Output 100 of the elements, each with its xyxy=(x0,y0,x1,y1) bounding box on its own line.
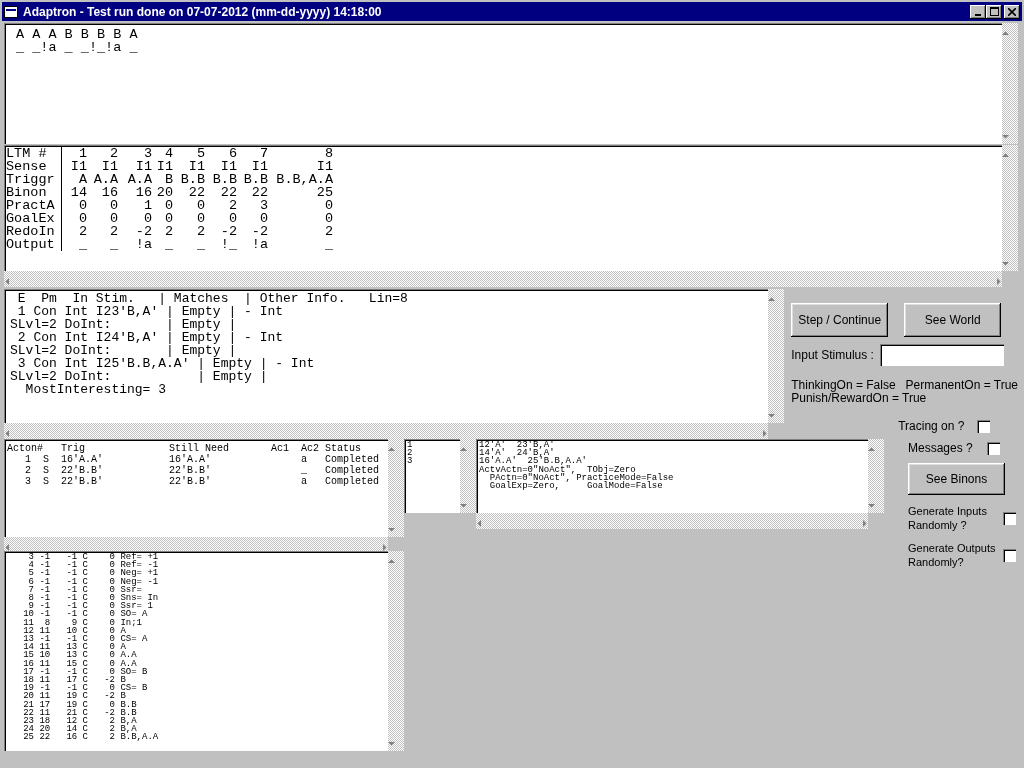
table-cell-text: _ xyxy=(323,238,333,251)
input-label: Input Stimulus : xyxy=(791,348,874,362)
table-cell-text: A.A xyxy=(92,173,118,186)
table-cell-text: 22 xyxy=(219,186,237,199)
action-line: 2 S 22'B.B' 22'B.B' _ Completed xyxy=(24,465,381,476)
binon-line: 4 -1 -1 C 0 Ref= -1 xyxy=(27,561,160,570)
table-cell-text: 14 xyxy=(69,186,87,199)
binon-line: 23 18 12 C 2 B,A xyxy=(22,717,138,726)
history-line: _ _!a _ _!_!a _ xyxy=(16,41,139,54)
row-label: RedoIn xyxy=(6,225,62,238)
vertical-scrollbar[interactable] xyxy=(1002,23,1018,144)
table-cell-text: 16 xyxy=(100,186,118,199)
table-cell-text: 25 xyxy=(315,186,333,199)
binon-line: 12 11 10 C 0 A xyxy=(22,626,126,636)
table-cell-text: 0 xyxy=(77,212,87,225)
arrow-down-icon xyxy=(1002,133,1009,140)
table-cell-text: 0 xyxy=(163,212,173,225)
binon-line: 21 17 19 C 0 B.B xyxy=(22,700,138,709)
table-cell-text: 1 xyxy=(142,199,152,212)
vertical-scrollbar[interactable] xyxy=(460,439,476,513)
binon-line: 6 -1 -1 C 0 Neg= -1 xyxy=(27,577,160,586)
table-cell-text: 2 xyxy=(163,225,173,238)
table-cell-text: 0 xyxy=(77,199,87,212)
binon-line: 7 -1 -1 C 0 Ssr= xyxy=(27,585,144,594)
arrow-up-icon xyxy=(868,446,875,453)
arrow-left-icon xyxy=(4,544,11,551)
action-button[interactable]: Step / Continue xyxy=(791,303,889,337)
close-icon xyxy=(1008,7,1016,16)
table-cell-text: B.B xyxy=(242,173,268,186)
action-button[interactable]: See World xyxy=(904,303,1002,337)
see-binons-button[interactable]: See Binons xyxy=(908,463,1005,495)
row-label: LTM # xyxy=(6,147,62,160)
table-cell-text: 2 xyxy=(108,225,118,238)
table-cell-text: 7 xyxy=(258,147,268,160)
table-cell-text: 0 xyxy=(323,199,333,212)
binon-line: 25 22 16 C 2 B.B,A.A xyxy=(22,733,160,742)
table-cell-text: 2 xyxy=(195,225,205,238)
table-cell-text: 0 xyxy=(142,212,152,225)
vertical-scrollbar[interactable] xyxy=(388,439,404,537)
action-line: 1 S 16'A.A' 16'A.A' a Completed xyxy=(24,454,381,465)
row-label: Output xyxy=(6,238,62,251)
trace-line: 3 Con Int I25'B.B,A.A' | Empty | - Int xyxy=(16,357,316,370)
table-cell-text: !a xyxy=(250,238,268,251)
binon-line: 17 -1 -1 C 0 SO= B xyxy=(22,667,149,677)
table-cell-text: 3 xyxy=(258,199,268,212)
vertical-scrollbar[interactable] xyxy=(1002,145,1018,271)
binon-line: 22 11 21 C -2 B.B xyxy=(22,708,138,718)
table-cell-text: B xyxy=(163,173,173,186)
table-cell-text: _ xyxy=(195,238,205,251)
minimize-icon xyxy=(975,13,981,16)
arrow-up-icon xyxy=(388,558,395,565)
checkbox[interactable] xyxy=(1003,548,1016,562)
arrow-down-icon xyxy=(460,502,467,509)
status-text: Punish/RewardOn = True xyxy=(791,392,928,405)
vertical-scrollbar[interactable] xyxy=(768,289,785,423)
trace-line: 2 Con Int I24'B,A' | Empty | - Int xyxy=(16,331,285,344)
checkbox[interactable] xyxy=(987,441,1000,455)
table-cell-text: 0 xyxy=(195,199,205,212)
vertical-scrollbar[interactable] xyxy=(868,439,884,513)
binon-line: 16 11 15 C 0 A.A xyxy=(22,659,138,668)
vertical-scrollbar[interactable] xyxy=(388,551,404,751)
list-item[interactable]: 2 xyxy=(407,449,457,458)
table-cell-text: 6 xyxy=(227,147,237,160)
binon-line: 18 11 17 C -2 B xyxy=(22,676,126,685)
checkbox[interactable] xyxy=(1003,511,1016,525)
table-cell-text: 22 xyxy=(187,186,205,199)
table-cell-text: B.B xyxy=(211,173,237,186)
table-cell-text: A.A xyxy=(126,173,152,186)
table-cell-text: I1 xyxy=(155,160,173,173)
table-cell-text: B.B xyxy=(179,173,205,186)
table-cell-text: 4 xyxy=(163,147,173,160)
list-item[interactable]: 3 xyxy=(407,457,457,466)
checkbox-label: Tracing on ? xyxy=(898,419,965,433)
history-line: A A A B B B B A xyxy=(16,28,139,41)
trace-line: SLvl=2 DoInt: | Empty | xyxy=(10,318,238,331)
arrow-down-icon xyxy=(388,740,395,747)
table-cell-text: 2 xyxy=(108,147,118,160)
close-button[interactable] xyxy=(1004,4,1020,19)
binon-line: 20 11 19 C -2 B xyxy=(22,692,126,701)
maximize-button[interactable] xyxy=(986,4,1002,19)
table-cell-text: I1 xyxy=(69,160,87,173)
list-item[interactable]: 1 xyxy=(407,441,457,450)
checkbox-label: Messages ? xyxy=(908,441,973,455)
arrow-left-icon xyxy=(4,278,11,285)
row-label: PractA xyxy=(6,199,62,212)
details-line: GoalExp=Zero, GoalMode=False xyxy=(488,482,664,491)
table-cell-text: I1 xyxy=(187,160,205,173)
input-field[interactable] xyxy=(879,344,1004,366)
table-cell-text: 0 xyxy=(258,212,268,225)
arrow-left-icon xyxy=(476,520,483,527)
status-text: ThinkingOn = False PermanentOn = True xyxy=(791,379,1018,392)
minimize-button[interactable] xyxy=(970,4,986,19)
trace-line: E Pm In Stim. | Matches | Other Info. Lin=8 xyxy=(16,292,409,305)
binon-line: 8 -1 -1 C 0 Sns= In xyxy=(27,594,160,603)
action-line: 3 S 22'B.B' 22'B.B' a Completed xyxy=(24,476,381,487)
table-cell-text: 20 xyxy=(155,186,173,199)
trace-line: SLvl=2 DoInt: | Empty | xyxy=(10,344,238,357)
checkbox[interactable] xyxy=(977,419,991,433)
binon-line: 9 -1 -1 C 0 Ssr= 1 xyxy=(28,602,154,611)
arrow-right-icon xyxy=(381,544,388,551)
